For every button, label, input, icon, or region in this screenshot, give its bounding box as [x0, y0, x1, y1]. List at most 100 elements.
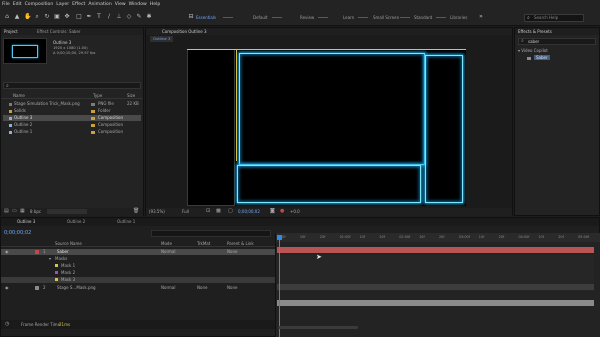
trkmat-dropdown[interactable]: None — [197, 285, 207, 291]
project-item[interactable]: Outline 2 Composition — [3, 122, 141, 128]
exposure-value[interactable]: +0.0 — [290, 209, 300, 214]
workspace-default[interactable]: Default — [253, 15, 268, 20]
pan-behind-tool-icon[interactable]: ✥ — [64, 14, 70, 20]
mask-path-top[interactable] — [187, 49, 466, 50]
resolution-dropdown[interactable]: Full — [182, 209, 189, 214]
tab-timeline-outline-3[interactable]: Outline 3 — [17, 219, 35, 224]
menu-edit[interactable]: Edit — [13, 2, 22, 7]
project-item[interactable]: Stage Simulation Trick_Mask.png PNG file… — [3, 101, 141, 107]
timeline-layer-row[interactable]: Mask 1 — [1, 263, 275, 269]
timeline-layer-row[interactable]: Mask 3 — [1, 277, 275, 283]
playhead[interactable] — [276, 235, 282, 337]
eraser-tool-icon[interactable]: ◇ — [126, 14, 132, 20]
new-composition-icon[interactable]: ▦ — [20, 208, 25, 214]
color-channel-icon[interactable]: ● — [280, 208, 284, 214]
tab-effect-controls[interactable]: Effect Controls: Saber — [37, 29, 81, 34]
mask-visibility-icon[interactable]: ▢ — [228, 208, 233, 214]
render-time-icon[interactable]: ◷ — [5, 321, 9, 327]
column-trkmat[interactable]: TrkMat — [197, 241, 210, 246]
workspace-essentials[interactable]: Essentials — [196, 15, 216, 20]
clone-tool-icon[interactable]: ⊥ — [116, 14, 122, 20]
type-tool-icon[interactable]: T — [96, 14, 102, 20]
tab-effects-presets[interactable]: Effects & Presets — [518, 29, 552, 34]
camera-tool-icon[interactable]: ▣ — [54, 14, 60, 20]
rectangle-tool-icon[interactable]: □ — [76, 14, 82, 20]
timeline-layer-row[interactable]: ▾ Masks — [1, 256, 275, 262]
menu-file[interactable]: File — [2, 2, 10, 7]
mode-dropdown[interactable]: Normal — [161, 285, 175, 291]
workspace-review[interactable]: Review — [300, 15, 314, 20]
timeline-track-area[interactable]: 00f 10f 20f 01:00f 10f 20f 02:00f 10f 20f 03:00f 1… — [275, 233, 600, 337]
rotate-tool-icon[interactable]: ↻ — [44, 14, 50, 20]
effects-search-input[interactable]: ⌕ saber — [518, 38, 596, 45]
parent-dropdown[interactable]: None — [227, 285, 237, 291]
roto-tool-icon[interactable]: ✎ — [136, 14, 142, 20]
selection-tool-icon[interactable]: ▲ — [14, 14, 20, 20]
workspace-small-screen[interactable]: Small Screen — [373, 15, 399, 20]
pen-tool-icon[interactable]: ✒ — [86, 14, 92, 20]
column-name[interactable]: Name — [13, 93, 25, 98]
home-icon[interactable]: ⌂ — [4, 14, 10, 20]
project-item[interactable]: Outline 3 Composition — [3, 115, 141, 121]
visibility-eye-icon[interactable]: ◉ — [5, 249, 9, 255]
menu-animation[interactable]: Animation — [88, 2, 111, 7]
visibility-eye-icon[interactable]: ◉ — [5, 285, 9, 291]
column-mode[interactable]: Mode — [161, 241, 172, 246]
menu-composition[interactable]: Composition — [25, 2, 54, 7]
label-color[interactable] — [55, 271, 58, 274]
snapping-icon[interactable]: ⊟ — [188, 14, 194, 20]
menu-effect[interactable]: Effect — [72, 2, 85, 7]
interpret-footage-icon[interactable]: ▤ — [4, 208, 9, 214]
workspace-standard[interactable]: Standard — [414, 15, 432, 20]
zoom-tool-icon[interactable]: ⌕ — [34, 14, 40, 20]
transparency-grid-icon[interactable]: ▩ — [216, 208, 221, 214]
region-of-interest-icon[interactable]: ⊡ — [206, 208, 210, 214]
hand-tool-icon[interactable]: ✋ — [24, 14, 31, 20]
label-color[interactable] — [55, 264, 58, 267]
timeline-search-input[interactable] — [151, 230, 271, 237]
project-item[interactable]: Solids Folder — [3, 108, 141, 114]
timeline-layer-row[interactable]: ◉ 1 Saber Normal None — [1, 249, 275, 255]
timeline-layer-row[interactable]: Mask 2 — [1, 270, 275, 276]
project-item[interactable]: Outline 1 Composition — [3, 129, 141, 135]
effects-category[interactable]: ▾ Video Copilot — [518, 48, 548, 53]
zoom-slider[interactable] — [278, 326, 358, 329]
label-color[interactable] — [35, 250, 39, 254]
chevron-down-icon[interactable]: ▾ — [49, 256, 51, 262]
layer-bar-mask-png[interactable] — [277, 300, 594, 306]
magnification-dropdown[interactable]: (93.5%) — [149, 209, 165, 214]
tab-timeline-outline-1[interactable]: Outline 1 — [117, 219, 135, 224]
effect-saber[interactable]: Saber — [527, 55, 550, 60]
workspace-learn[interactable]: Learn — [343, 15, 354, 20]
brush-tool-icon[interactable]: ∕ — [106, 14, 112, 20]
tab-timeline-outline-2[interactable]: Outline 2 — [67, 219, 85, 224]
column-source-name[interactable]: Source Name — [55, 241, 82, 246]
trash-icon[interactable]: 🗑 — [133, 208, 139, 214]
workspace-overflow-icon[interactable]: » — [478, 14, 484, 20]
menu-view[interactable]: View — [115, 2, 126, 7]
menu-layer[interactable]: Layer — [56, 2, 69, 7]
playhead-handle[interactable] — [276, 235, 282, 240]
column-size[interactable]: Size — [127, 93, 135, 98]
bpc-label[interactable]: 8 bpc — [30, 209, 41, 214]
mask-path-yellow[interactable] — [233, 49, 237, 161]
menu-window[interactable]: Window — [129, 2, 147, 7]
workspace-libraries[interactable]: Libraries — [450, 15, 467, 20]
tab-composition[interactable]: Composition Outline 3 — [162, 29, 207, 34]
project-search-input[interactable]: ⌕ — [3, 82, 141, 89]
column-type[interactable]: Type — [93, 93, 102, 98]
new-folder-icon[interactable]: ▭ — [12, 208, 17, 214]
composition-canvas[interactable] — [187, 49, 466, 206]
layer-bar-saber[interactable] — [277, 247, 594, 253]
puppet-tool-icon[interactable]: ✱ — [146, 14, 152, 20]
composition-breadcrumb[interactable]: Outline 3 — [150, 36, 174, 42]
label-color[interactable] — [55, 278, 58, 281]
mode-dropdown[interactable]: Normal — [161, 249, 175, 255]
label-color[interactable] — [35, 286, 39, 290]
menu-help[interactable]: Help — [150, 2, 160, 7]
viewer-timecode[interactable]: 0;00;00;02 — [238, 209, 260, 214]
snapshot-camera-icon[interactable]: ◙ — [270, 208, 275, 214]
project-scrollbar[interactable] — [47, 209, 87, 214]
timeline-layer-row[interactable]: ◉ 2 Stage S…Mask.png Normal None None — [1, 285, 275, 291]
timeline-current-time[interactable]: 0;00;00;02 — [4, 230, 31, 236]
